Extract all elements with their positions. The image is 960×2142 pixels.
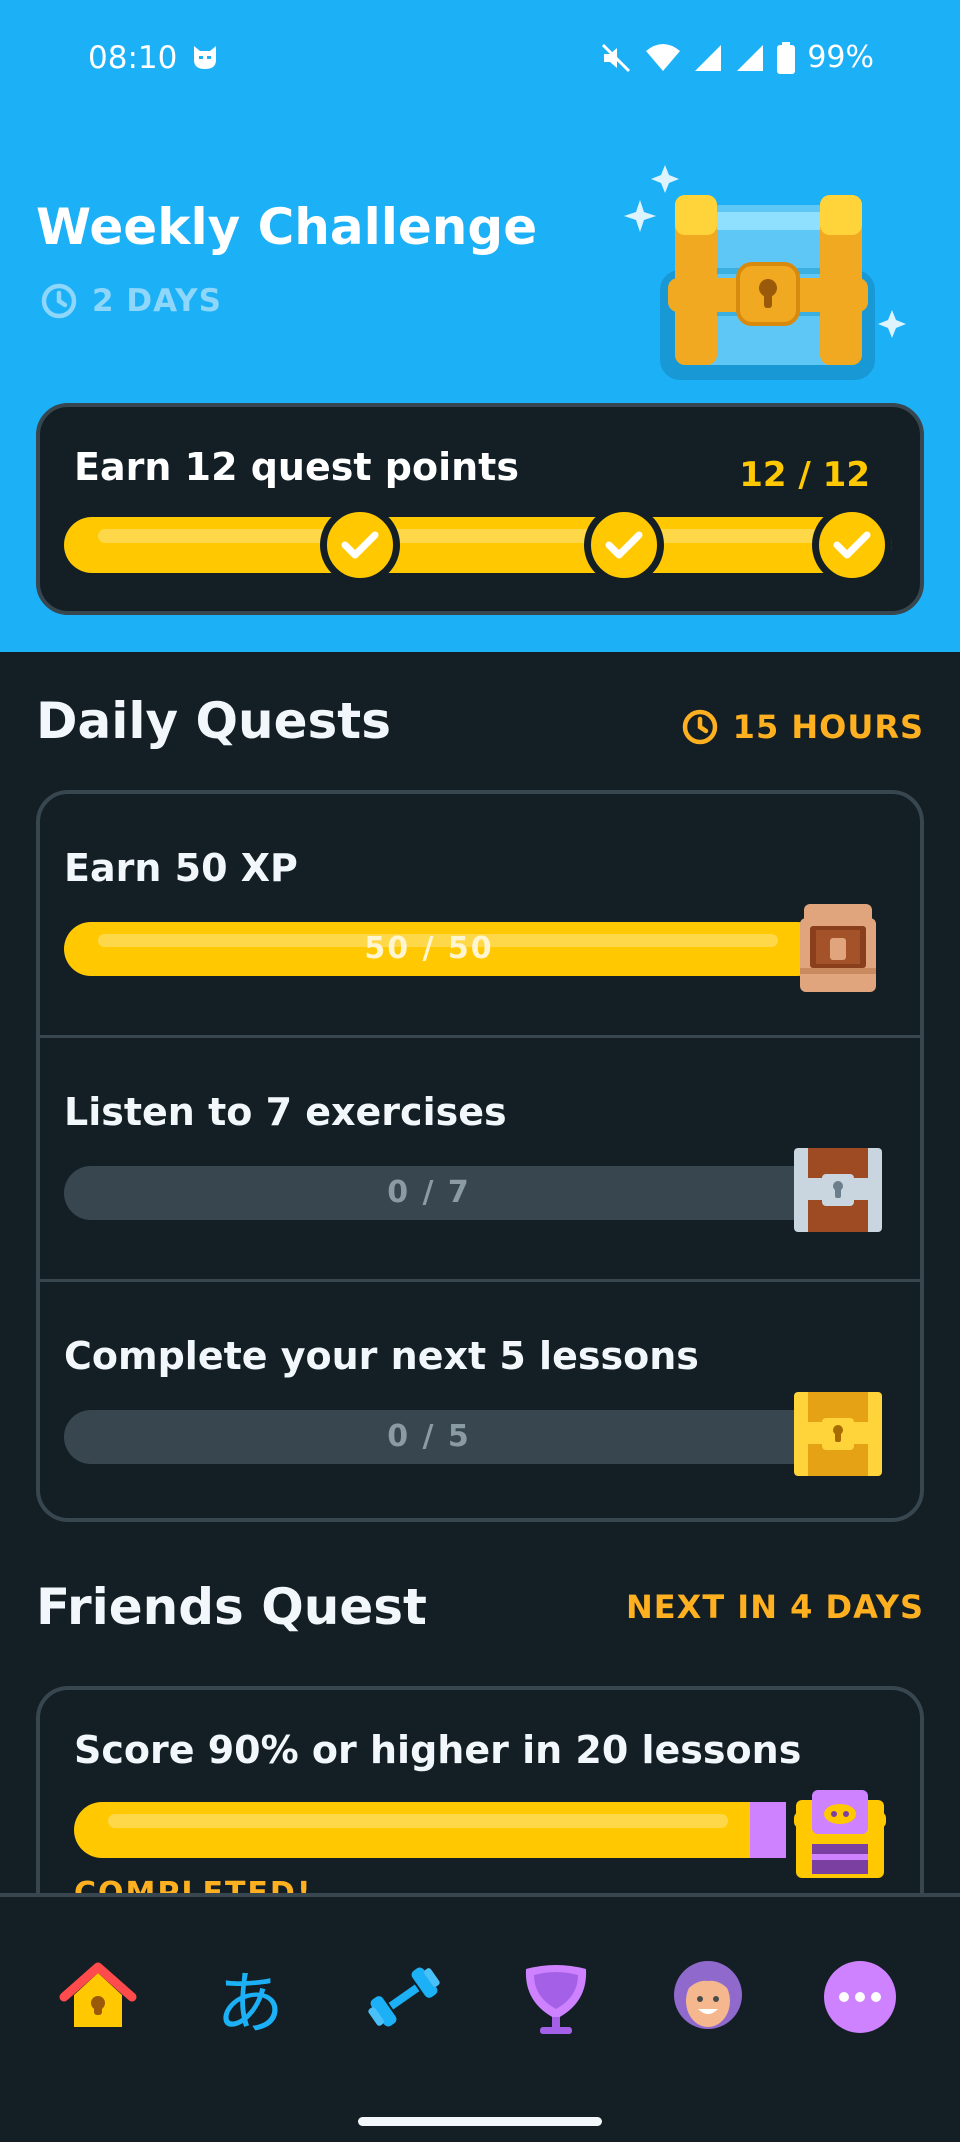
- shield-icon: [525, 1965, 587, 2034]
- quest-label: Listen to 7 exercises: [64, 1090, 507, 1134]
- quest-label: Complete your next 5 lessons: [64, 1334, 699, 1378]
- notification-cat-icon: [194, 46, 216, 69]
- dumbbell-icon: [368, 1967, 440, 2027]
- friends-quest-title: Friends Quest: [36, 1578, 427, 1636]
- daily-quests-time-left: 15 HOURS: [732, 708, 924, 746]
- quest-progress-bar: 0 / 5: [64, 1410, 824, 1464]
- nav-profile[interactable]: [668, 1957, 748, 2037]
- friends-quest-next: NEXT IN 4 DAYS: [626, 1588, 924, 1626]
- friends-quest-progress-bar: [74, 1802, 786, 1858]
- friends-chest-icon: [794, 1790, 886, 1878]
- quest-progress-text: 0 / 5: [387, 1419, 471, 1454]
- status-icons: 99%: [599, 40, 874, 75]
- signal-icon-2: [737, 44, 764, 71]
- bottom-nav: あ: [0, 1893, 960, 2142]
- daily-quests-title: Daily Quests: [36, 692, 391, 750]
- quest-item[interactable]: Earn 50 XP 50 / 50: [40, 794, 920, 1038]
- weekly-challenge-time-left: 2 DAYS: [92, 283, 222, 319]
- friends-quest-card[interactable]: Score 90% or higher in 20 lessons COMPLE…: [36, 1686, 924, 1906]
- opened-chest-icon: [800, 904, 876, 992]
- quest-progress-text: 50 / 50: [364, 931, 494, 966]
- weekly-challenge-card[interactable]: Earn 12 quest points 12 / 12: [36, 403, 924, 615]
- milestone-check-icon-3: [812, 505, 892, 585]
- treasure-chest-icon: [624, 165, 906, 380]
- quest-item[interactable]: Complete your next 5 lessons 0 / 5: [40, 1282, 920, 1526]
- quest-progress-bar: 0 / 7: [64, 1166, 824, 1220]
- silver-chest-icon: [794, 1148, 882, 1232]
- timer-icon: [682, 709, 717, 745]
- weekly-challenge-goal: Earn 12 quest points: [74, 445, 519, 489]
- gold-chest-icon: [794, 1392, 882, 1476]
- friends-quest-next-text: NEXT IN 4 DAYS: [626, 1588, 924, 1626]
- nav-practice[interactable]: [364, 1957, 444, 2037]
- status-bar: 08:10 99%: [0, 0, 960, 120]
- weekly-challenge-header: 08:10 99% Weekly Challenge 2 DAYS Earn 1…: [0, 0, 960, 652]
- timer-icon: [41, 283, 77, 319]
- nav-leaderboards[interactable]: [516, 1957, 596, 2037]
- quest-progress-bar: 50 / 50: [64, 922, 824, 976]
- signal-icon: [695, 44, 722, 71]
- weekly-challenge-title: Weekly Challenge: [36, 198, 538, 256]
- status-time: 08:10: [88, 40, 178, 76]
- milestone-check-icon-1: [320, 505, 400, 585]
- battery-percent: 99%: [807, 40, 874, 75]
- quest-label: Earn 50 XP: [64, 846, 298, 890]
- home-indicator[interactable]: [358, 2117, 602, 2126]
- avatar-icon: [674, 1961, 742, 2029]
- weekly-challenge-timer: 2 DAYS: [40, 282, 222, 320]
- friends-quest-goal: Score 90% or higher in 20 lessons: [74, 1728, 802, 1772]
- friend-progress-segment: [750, 1802, 786, 1858]
- more-icon: [824, 1961, 896, 2033]
- mute-icon: [602, 43, 631, 72]
- milestone-check-icon-2: [584, 505, 664, 585]
- weekly-challenge-progress-bar: [64, 517, 892, 573]
- battery-icon: [777, 41, 796, 74]
- daily-quests-list: Earn 50 XP 50 / 50 Listen to 7 exercises…: [36, 790, 924, 1522]
- nav-home[interactable]: [58, 1957, 138, 2037]
- quest-item[interactable]: Listen to 7 exercises 0 / 7: [40, 1038, 920, 1282]
- wifi-icon: [646, 43, 681, 71]
- weekly-challenge-count: 12 / 12: [739, 455, 870, 495]
- daily-quests-timer: 15 HOURS: [681, 708, 924, 746]
- nav-more[interactable]: [820, 1957, 900, 2037]
- nav-characters[interactable]: あ: [210, 1957, 290, 2044]
- house-icon: [59, 1962, 137, 2027]
- hiragana-icon: あ: [215, 1964, 284, 2044]
- quest-progress-text: 0 / 7: [387, 1175, 471, 1210]
